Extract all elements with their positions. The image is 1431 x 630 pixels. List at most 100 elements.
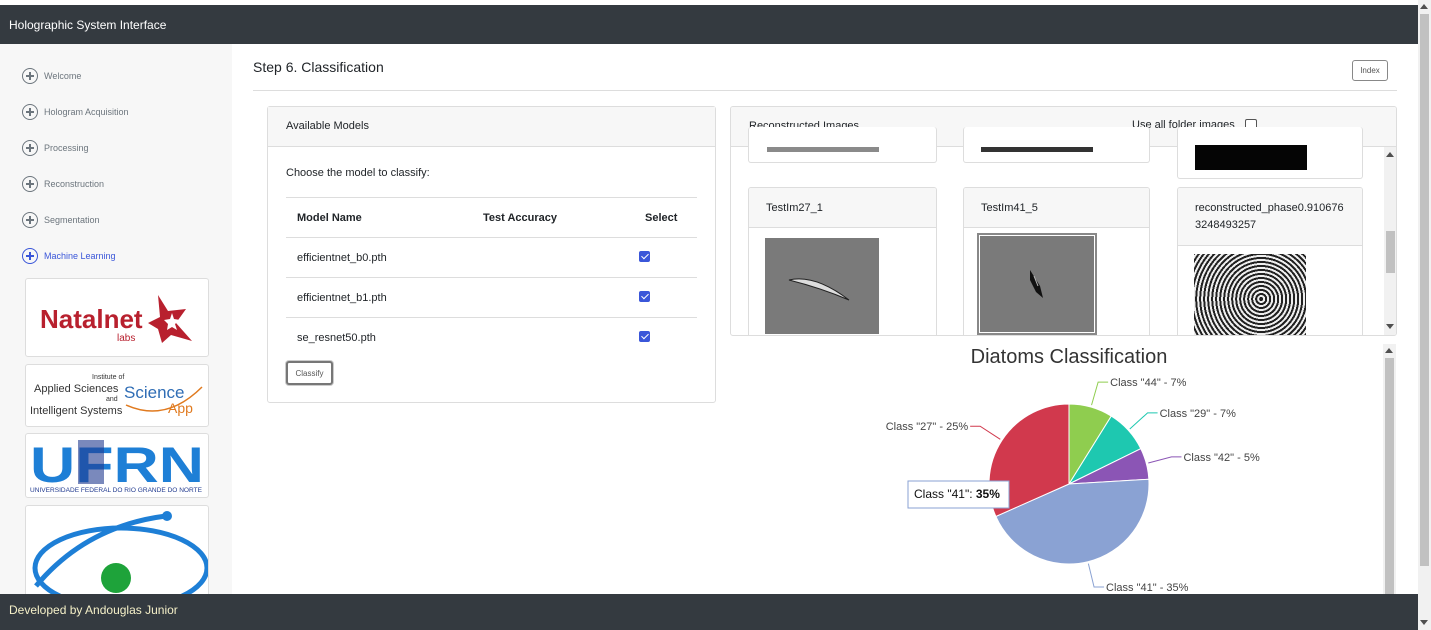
sidebar-item-reconstruction[interactable]: Reconstruction [22, 174, 104, 194]
plus-circle-icon [22, 104, 38, 120]
chart-scrollbar[interactable] [1383, 344, 1396, 594]
sidebar-item-hologram-acquisition[interactable]: Hologram Acquisition [22, 102, 129, 122]
plus-circle-icon [22, 248, 38, 264]
model-name-cell: efficientnet_b1.pth [286, 277, 472, 318]
logo-intelligent-text: Intelligent Systems [30, 405, 123, 417]
models-card: Available Models Choose the model to cla… [267, 106, 716, 403]
classify-button[interactable]: Classify [286, 361, 333, 385]
slice-label: Class "42" - 5% [1183, 452, 1259, 464]
app-header: Holographic System Interface [0, 5, 1418, 44]
sidebar-item-label: Reconstruction [44, 179, 105, 189]
sidebar-item-machine-learning[interactable]: Machine Learning [22, 246, 116, 266]
image-thumbnail[interactable] [765, 238, 879, 334]
sidebar-item-processing[interactable]: Processing [22, 138, 89, 158]
sidebar-item-label: Processing [44, 143, 89, 153]
image-card[interactable]: TestIm27_1 [748, 187, 937, 335]
page-title: Step 6. Classification [253, 59, 384, 75]
ufrn-logo: UFRN UNIVERSIDADE FEDERAL DO RIO GRANDE … [25, 433, 209, 498]
table-row: efficientnet_b1.pth [286, 277, 697, 318]
scroll-up-icon[interactable] [1386, 152, 1394, 157]
sidebar-item-segmentation[interactable]: Segmentation [22, 210, 100, 230]
models-prompt: Choose the model to classify: [286, 167, 430, 179]
orbit-logo [25, 505, 209, 607]
slice-label: Class "29" - 7% [1160, 408, 1236, 420]
plus-circle-icon [22, 140, 38, 156]
scrollbar-thumb[interactable] [1386, 231, 1395, 273]
plus-circle-icon [22, 212, 38, 228]
test-accuracy-cell [472, 277, 634, 318]
test-accuracy-cell [472, 237, 634, 278]
sidebar-item-welcome[interactable]: Welcome [22, 66, 81, 86]
chart-tooltip: Class "41": 35% [907, 480, 1010, 509]
index-button[interactable]: Index [1352, 60, 1388, 81]
natalnet-logo-text: Natalnet [40, 304, 143, 334]
divider [253, 90, 1397, 91]
slice-connector [970, 425, 1001, 440]
image-card-partial[interactable] [748, 127, 937, 163]
natalnet-logo-subtext: labs [117, 333, 135, 344]
slice-connector [1087, 563, 1105, 588]
test-accuracy-cell [472, 318, 634, 358]
plus-circle-icon [22, 68, 38, 84]
ufrn-logo-subtext: UNIVERSIDADE FEDERAL DO RIO GRANDE DO NO… [30, 487, 203, 494]
image-card-label: TestIm27_1 [749, 188, 936, 228]
plus-circle-icon [22, 176, 38, 192]
tooltip-value: 35% [976, 487, 1000, 501]
scrollbar-thumb[interactable] [1420, 14, 1429, 566]
image-card-label: TestIm41_5 [964, 188, 1149, 228]
footer-text: Developed by Andouglas Junior [9, 603, 178, 617]
sidebar-item-label: Machine Learning [44, 251, 116, 261]
sidebar: Welcome Hologram Acquisition Processing … [0, 44, 232, 607]
table-row: efficientnet_b0.pth [286, 237, 697, 278]
app-footer: Developed by Andouglas Junior [0, 594, 1418, 630]
scrollbar-thumb[interactable] [1385, 358, 1394, 594]
sidebar-item-label: Welcome [44, 71, 82, 81]
column-header-select: Select [634, 197, 697, 238]
tooltip-label: Class "41": [914, 487, 976, 501]
column-header-test-accuracy: Test Accuracy [472, 197, 634, 238]
model-name-cell: se_resnet50.pth [297, 331, 376, 344]
logo-and-text: and [106, 396, 118, 403]
models-card-header: Available Models [268, 107, 715, 147]
chart-title: Diatoms Classification [971, 346, 1168, 368]
diatoms-pie-chart: Diatoms Classification Class "44" - 7% Cl… [886, 346, 1260, 594]
model-name-cell: efficientnet_b0.pth [286, 237, 472, 278]
app-title: Holographic System Interface [9, 18, 167, 32]
image-card[interactable]: reconstructed_phase0.9106763248493257 [1177, 187, 1363, 335]
ufrn-logo-text: UFRN [30, 437, 204, 493]
slice-label: Class "44" - 7% [1110, 377, 1186, 389]
reconstructed-images-card: Reconstructed Images Use all folder imag… [730, 106, 1397, 336]
table-row: se_resnet50.pth [286, 318, 697, 358]
image-thumbnail[interactable] [977, 233, 1097, 335]
sidebar-item-label: Hologram Acquisition [44, 107, 129, 117]
svg-text:Class "41": 35%: Class "41": 35% [914, 487, 1000, 501]
image-card-label: reconstructed_phase0.9106763248493257 [1178, 188, 1362, 246]
select-checkbox[interactable] [639, 290, 650, 302]
models-table: Model Name Test Accuracy Select efficien… [286, 197, 697, 357]
select-checkbox[interactable] [639, 330, 650, 342]
page-scrollbar[interactable] [1418, 0, 1431, 630]
science-app-logo: Institute of Applied Sciences and Intell… [25, 364, 209, 427]
logo-institute-text: Institute of [92, 374, 124, 381]
scroll-up-icon[interactable] [1385, 348, 1393, 353]
scroll-down-icon[interactable] [1420, 620, 1428, 625]
scroll-down-icon[interactable] [1386, 324, 1394, 329]
table-header-row: Model Name Test Accuracy Select [286, 197, 697, 238]
logo-applied-text: Applied Sciences [34, 383, 119, 395]
slice-label: Class "41" - 35% [1106, 582, 1189, 594]
slice-connector [1148, 456, 1182, 464]
images-scrollbar[interactable] [1384, 147, 1396, 335]
models-card-title: Available Models [286, 120, 369, 132]
image-thumbnail[interactable] [1194, 254, 1306, 335]
natalnet-logo: Natalnet labs [25, 278, 209, 357]
image-card-partial[interactable] [1177, 127, 1363, 179]
slice-connector [1091, 381, 1109, 406]
select-checkbox[interactable] [639, 250, 650, 262]
slice-connector [1129, 412, 1158, 430]
image-card-partial[interactable] [963, 127, 1150, 163]
sidebar-item-label: Segmentation [44, 215, 100, 225]
column-header-model-name: Model Name [286, 197, 472, 238]
scroll-up-icon[interactable] [1420, 4, 1428, 9]
slice-label: Class "27" - 25% [886, 421, 969, 433]
image-card[interactable]: TestIm41_5 [963, 187, 1150, 335]
